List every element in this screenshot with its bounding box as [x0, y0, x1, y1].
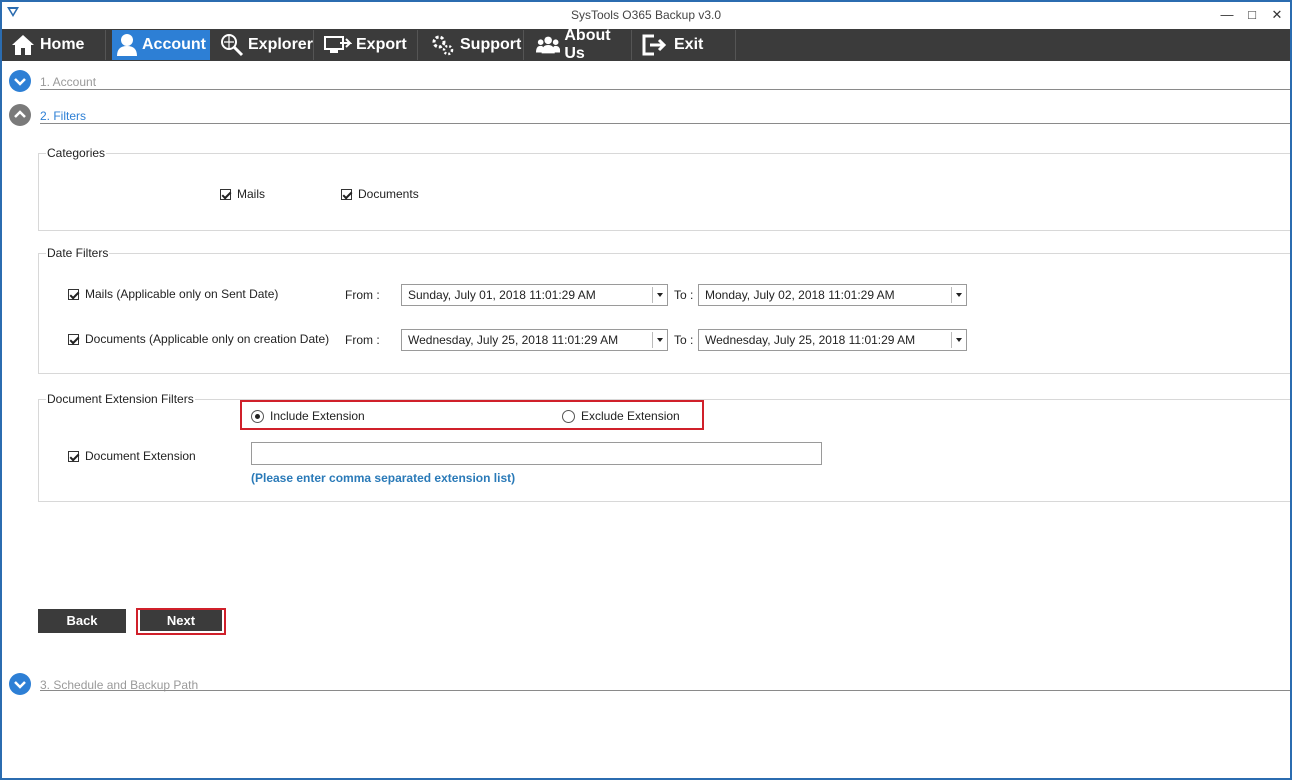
title-bar: SysTools O365 Backup v3.0 — □ ✕	[2, 2, 1290, 29]
menu-home-label: Home	[40, 36, 85, 53]
menu-explorer[interactable]: Explorer	[216, 30, 314, 60]
documents-date-label: Documents (Applicable only on creation D…	[85, 332, 330, 346]
documents-from-label: From :	[345, 333, 380, 347]
next-button[interactable]: Next	[140, 610, 222, 631]
section-divider	[40, 690, 1290, 691]
mails-date-checkbox[interactable]: Mails (Applicable only on Sent Date)	[68, 287, 278, 301]
document-extension-checkbox[interactable]: Document Extension	[68, 449, 196, 463]
section-divider	[40, 123, 1290, 124]
menu-support[interactable]: Support	[424, 30, 524, 60]
mails-from-label: From :	[345, 288, 380, 302]
menu-about-label: About Us	[564, 27, 611, 62]
menu-bar: Home Account Explorer Export Support Abo…	[2, 27, 1290, 62]
dropdown-arrow-icon[interactable]	[652, 332, 666, 348]
dropdown-arrow-icon[interactable]	[951, 332, 965, 348]
checkbox-checked-icon	[341, 188, 352, 200]
window-title: SysTools O365 Backup v3.0	[570, 8, 722, 22]
user-icon	[117, 34, 137, 56]
mails-date-label: Mails (Applicable only on Sent Date)	[85, 287, 279, 301]
export-icon	[324, 36, 352, 53]
documents-to-label: To :	[674, 333, 694, 347]
section-schedule[interactable]: 3. Schedule and Backup Path	[8, 672, 1290, 698]
menu-account-label: Account	[142, 36, 206, 53]
minimize-button[interactable]: —	[1216, 6, 1238, 24]
section-filters[interactable]: 2. Filters	[8, 103, 1290, 129]
close-button[interactable]: ✕	[1266, 6, 1288, 24]
mails-checkbox-label: Mails	[237, 187, 266, 201]
menu-export-label: Export	[356, 36, 407, 53]
document-extension-input[interactable]	[251, 442, 822, 465]
documents-checkbox[interactable]: Documents	[341, 187, 419, 201]
section-account[interactable]: 1. Account	[8, 69, 1290, 95]
documents-checkbox-label: Documents	[358, 187, 419, 201]
menu-about[interactable]: About Us	[532, 27, 632, 62]
date-filters-group	[38, 253, 1290, 374]
chevron-down-icon[interactable]	[8, 69, 32, 93]
document-extension-label: Document Extension	[85, 449, 196, 463]
checkbox-checked-icon	[68, 333, 79, 345]
include-extension-label: Include Extension	[270, 409, 365, 423]
exclude-extension-radio[interactable]: Exclude Extension	[562, 409, 680, 423]
checkbox-checked-icon	[68, 450, 79, 462]
documents-from-date-picker[interactable]: Wednesday, July 25, 2018 11:01:29 AM	[401, 329, 668, 351]
menu-explorer-label: Explorer	[248, 36, 313, 53]
section-divider	[40, 89, 1290, 90]
radio-unselected-icon	[562, 409, 575, 423]
categories-title: Categories	[46, 146, 107, 160]
menu-exit-label: Exit	[674, 36, 704, 53]
chevron-down-icon[interactable]	[8, 672, 32, 696]
app-window: SysTools O365 Backup v3.0 — □ ✕ Home Acc…	[0, 0, 1292, 780]
section-filters-label: 2. Filters	[40, 109, 87, 123]
mails-to-label: To :	[674, 288, 694, 302]
home-icon	[12, 35, 34, 55]
extension-filters-title: Document Extension Filters	[46, 392, 195, 406]
mails-to-date-value: Monday, July 02, 2018 11:01:29 AM	[705, 288, 895, 302]
checkbox-checked-icon	[68, 288, 79, 300]
radio-selected-icon	[251, 409, 264, 423]
menu-exit[interactable]: Exit	[638, 30, 736, 60]
extension-mode-radio-group: Include Extension Exclude Extension	[240, 400, 704, 430]
chevron-up-icon[interactable]	[8, 103, 32, 127]
menu-support-label: Support	[460, 36, 522, 53]
maximize-button[interactable]: □	[1241, 6, 1263, 24]
documents-to-date-picker[interactable]: Wednesday, July 25, 2018 11:01:29 AM	[698, 329, 967, 351]
back-button[interactable]: Back	[38, 609, 126, 633]
menu-home[interactable]: Home	[6, 30, 106, 60]
menu-export[interactable]: Export	[320, 30, 418, 60]
support-icon	[432, 35, 454, 56]
dropdown-arrow-icon[interactable]	[951, 287, 965, 303]
extension-hint: (Please enter comma separated extension …	[251, 471, 516, 485]
menu-account[interactable]: Account	[112, 30, 210, 60]
date-filters-title: Date Filters	[46, 246, 110, 260]
mails-checkbox[interactable]: Mails	[220, 187, 265, 201]
mails-from-date-value: Sunday, July 01, 2018 11:01:29 AM	[408, 288, 596, 302]
exclude-extension-label: Exclude Extension	[581, 409, 680, 423]
checkbox-checked-icon	[220, 188, 231, 200]
section-account-label: 1. Account	[40, 75, 97, 89]
documents-from-date-value: Wednesday, July 25, 2018 11:01:29 AM	[408, 333, 619, 347]
mails-to-date-picker[interactable]: Monday, July 02, 2018 11:01:29 AM	[698, 284, 967, 306]
documents-date-checkbox[interactable]: Documents (Applicable only on creation D…	[68, 332, 329, 346]
include-extension-radio[interactable]: Include Extension	[251, 409, 365, 423]
exit-icon	[642, 34, 667, 56]
users-icon	[536, 36, 561, 54]
explorer-icon	[221, 34, 244, 57]
documents-to-date-value: Wednesday, July 25, 2018 11:01:29 AM	[705, 333, 916, 347]
mails-from-date-picker[interactable]: Sunday, July 01, 2018 11:01:29 AM	[401, 284, 668, 306]
dropdown-arrow-icon[interactable]	[652, 287, 666, 303]
